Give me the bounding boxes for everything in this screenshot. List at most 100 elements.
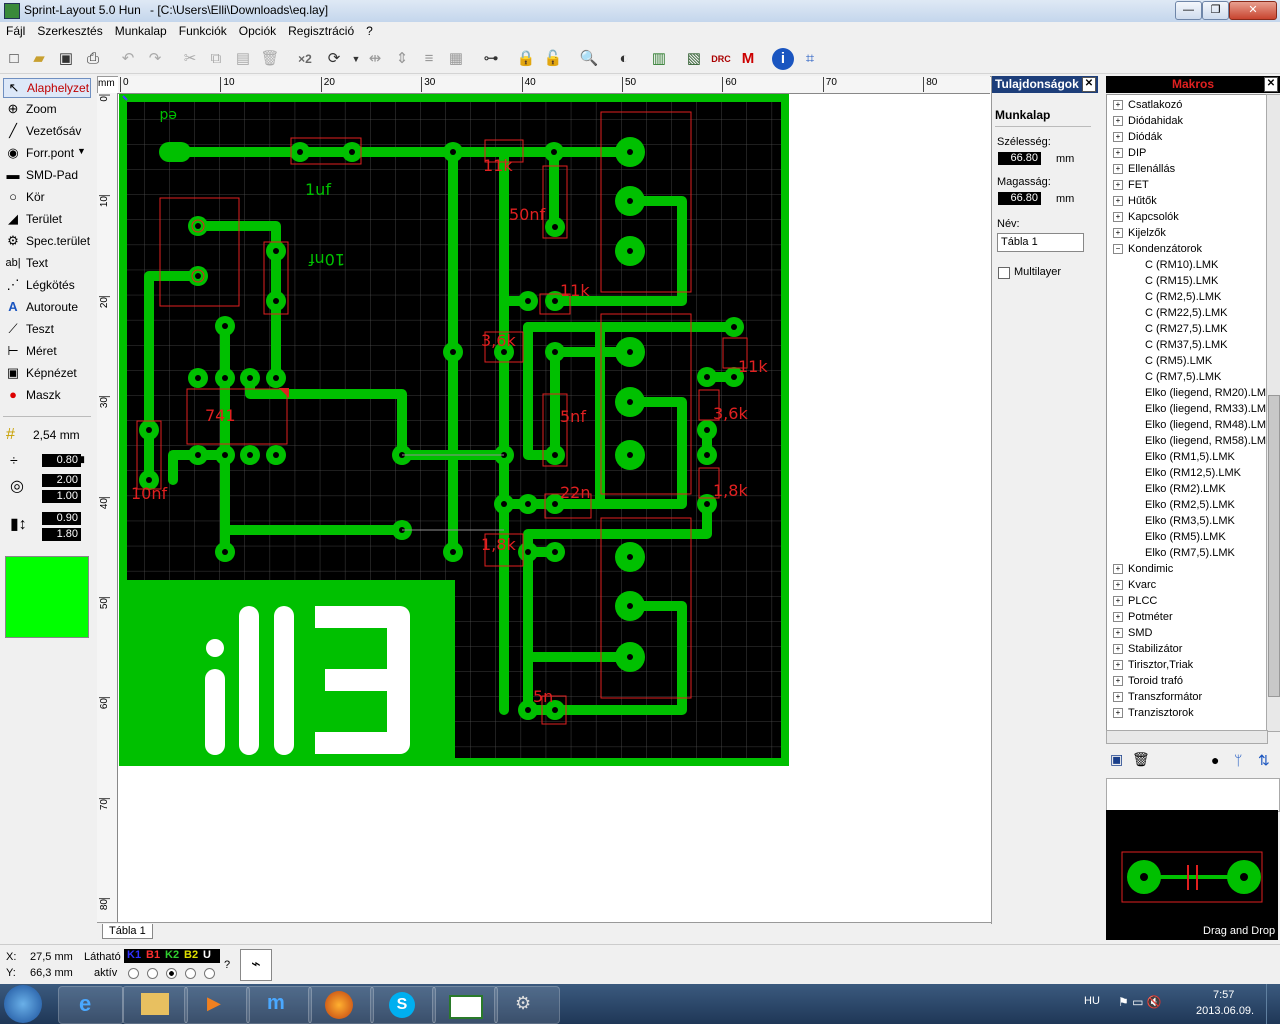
macro-file-item[interactable]: Elko (RM12,5).LMK [1145, 467, 1241, 479]
macro-folder-item[interactable]: + Diódahidak [1113, 115, 1183, 127]
layer-active-radio[interactable] [128, 968, 139, 979]
redo-icon[interactable]: ↷ [144, 48, 166, 70]
save-macro-icon[interactable]: ▣ [1110, 751, 1123, 768]
macro-file-item[interactable]: C (RM2,5).LMK [1145, 291, 1221, 303]
macro-folder-item[interactable]: + Tirisztor,Triak [1113, 659, 1193, 671]
show-desktop-button[interactable] [1266, 984, 1280, 1024]
language-indicator[interactable]: HU [1084, 995, 1100, 1007]
macro-folder-item[interactable]: + SMD [1113, 627, 1152, 639]
pad-outer-field[interactable]: 2.00 [42, 474, 81, 487]
macro-folder-item[interactable]: + Transzformátor [1113, 691, 1202, 703]
tray-icons[interactable]: ⚑ ▭ 🔇 [1118, 995, 1162, 1009]
tool-circle[interactable]: ○ Kör [3, 188, 89, 206]
expand-icon[interactable]: + [1113, 196, 1123, 207]
firefox-icon[interactable] [308, 986, 374, 1024]
multilayer-checkbox[interactable] [998, 267, 1010, 279]
close-button[interactable]: ✕ [1229, 1, 1277, 20]
tool-mask[interactable]: ● Maszk [3, 386, 89, 404]
layer-toggle-k1[interactable]: K1 [127, 949, 141, 961]
paste-icon[interactable]: ▤ [232, 48, 254, 70]
macro-folder-item[interactable]: + DIP [1113, 147, 1146, 159]
mirror-h-icon[interactable]: ⇹ [364, 48, 386, 70]
macro-file-item[interactable]: Elko (liegend, RM48).LM [1145, 419, 1266, 431]
tool-measure[interactable]: ⊢ Méret [3, 342, 89, 360]
layer-active-radio[interactable] [166, 968, 177, 979]
lock-icon[interactable]: 🔒 [515, 48, 537, 70]
media-player-icon[interactable]: ▶ [184, 986, 250, 1024]
new-file-icon[interactable]: □ [3, 48, 25, 70]
menu-sheet[interactable]: Munkalap [109, 22, 173, 38]
macro-folder-item[interactable]: + Stabilizátor [1113, 643, 1182, 655]
menu-edit[interactable]: Szerkesztés [31, 22, 108, 38]
undo-icon[interactable]: ↶ [117, 48, 139, 70]
expand-icon[interactable]: + [1113, 212, 1123, 223]
sheet-tab-1[interactable]: Tábla 1 [102, 924, 153, 939]
expand-icon[interactable]: + [1113, 116, 1123, 127]
grid-size[interactable]: 2,54 mm [33, 428, 80, 442]
branch-icon[interactable]: ᛘ [1234, 752, 1242, 768]
tool-mode-icon[interactable]: ⌁ [240, 949, 272, 981]
macro-search-area[interactable] [1106, 778, 1280, 812]
macro-icon[interactable]: M [737, 48, 759, 70]
tool-zone[interactable]: ◢ Terület [3, 210, 89, 228]
close-macros-icon[interactable]: ✕ [1264, 77, 1278, 92]
unlock-icon[interactable]: 🔓 [542, 48, 564, 70]
macro-file-item[interactable]: Elko (RM5).LMK [1145, 531, 1226, 543]
delete-macro-icon[interactable]: 🗑 [1132, 751, 1150, 768]
delete-icon[interactable]: 🗑 [259, 48, 281, 70]
menu-file[interactable]: Fájl [0, 22, 31, 38]
export-icon[interactable]: ▧ [683, 48, 705, 70]
active-layer-swatch[interactable] [5, 556, 89, 638]
macro-folder-item[interactable]: + Csatlakozó [1113, 99, 1182, 111]
macro-folder-item[interactable]: + Diódák [1113, 131, 1162, 143]
help-mark[interactable]: ? [224, 959, 230, 971]
macro-file-item[interactable]: Elko (RM2,5).LMK [1145, 499, 1235, 511]
menu-functions[interactable]: Funkciók [173, 22, 233, 38]
expand-icon[interactable]: + [1113, 676, 1123, 687]
macro-file-item[interactable]: C (RM10).LMK [1145, 259, 1218, 271]
expand-icon[interactable]: + [1113, 708, 1123, 719]
smd-width-field[interactable]: 0.90 [42, 512, 81, 525]
macro-tree[interactable]: + Csatlakozó + Diódahidak + Diódák + DIP + Ellená… [1106, 94, 1268, 732]
expand-icon[interactable]: + [1113, 564, 1123, 575]
macro-folder-item[interactable]: + FET [1113, 179, 1149, 191]
menu-options[interactable]: Opciók [233, 22, 282, 38]
app-taskbar-icon[interactable]: ⚙ [494, 986, 560, 1024]
macro-folder-item[interactable]: + PLCC [1113, 595, 1157, 607]
tool-zoom[interactable]: ⊕ Zoom [3, 100, 89, 118]
layer-active-radio[interactable] [185, 968, 196, 979]
expand-icon[interactable]: + [1113, 692, 1123, 703]
drc-icon[interactable]: DRC [710, 48, 732, 70]
expand-icon[interactable]: + [1113, 148, 1123, 159]
grid-icon[interactable]: # [6, 426, 15, 444]
tool-smd-pad[interactable]: ▬ SMD-Pad [3, 166, 89, 184]
print-icon[interactable]: ⎙ [82, 48, 104, 70]
macro-file-item[interactable]: Elko (RM7,5).LMK [1145, 547, 1235, 559]
tool-text[interactable]: ab| Text [3, 254, 89, 272]
tool-select[interactable]: ↖ Alaphelyzet [3, 78, 91, 98]
macro-file-item[interactable]: C (RM5).LMK [1145, 355, 1212, 367]
group-icon[interactable]: ▦ [445, 48, 467, 70]
name-field[interactable]: Tábla 1 [997, 233, 1084, 252]
tool-special-zone[interactable]: ⚙ Spec.terület [3, 232, 90, 250]
clock-time[interactable]: 7:57 [1213, 989, 1234, 1001]
duplicate-button[interactable]: ×2 [294, 48, 316, 70]
record-icon[interactable]: ● [1211, 752, 1219, 768]
macro-file-item[interactable]: Elko (RM1,5).LMK [1145, 451, 1235, 463]
expand-icon[interactable]: + [1113, 628, 1123, 639]
macro-folder-item[interactable]: + Kvarc [1113, 579, 1156, 591]
pcb-board[interactable]: ed 1uf 10nf 741 10nf 11k 50nf 11k 3,6k 5… [119, 94, 789, 766]
close-properties-icon[interactable]: ✕ [1082, 77, 1096, 92]
macro-file-item[interactable]: C (RM15).LMK [1145, 275, 1218, 287]
expand-icon[interactable]: + [1113, 132, 1123, 143]
expand-icon[interactable]: + [1113, 228, 1123, 239]
macro-preview[interactable] [1106, 810, 1278, 940]
align-icon[interactable]: ≡ [418, 48, 440, 70]
save-icon[interactable]: ▣ [55, 48, 77, 70]
macro-file-item[interactable]: C (RM22,5).LMK [1145, 307, 1228, 319]
layer-toggle-k2[interactable]: K2 [165, 949, 179, 961]
spin-icon[interactable]: ▮ [80, 454, 85, 465]
macro-folder-item[interactable]: + Kondimic [1113, 563, 1173, 575]
search-icon[interactable]: 🔍 [578, 48, 600, 70]
swap-icon[interactable]: ⇅ [1258, 752, 1270, 769]
